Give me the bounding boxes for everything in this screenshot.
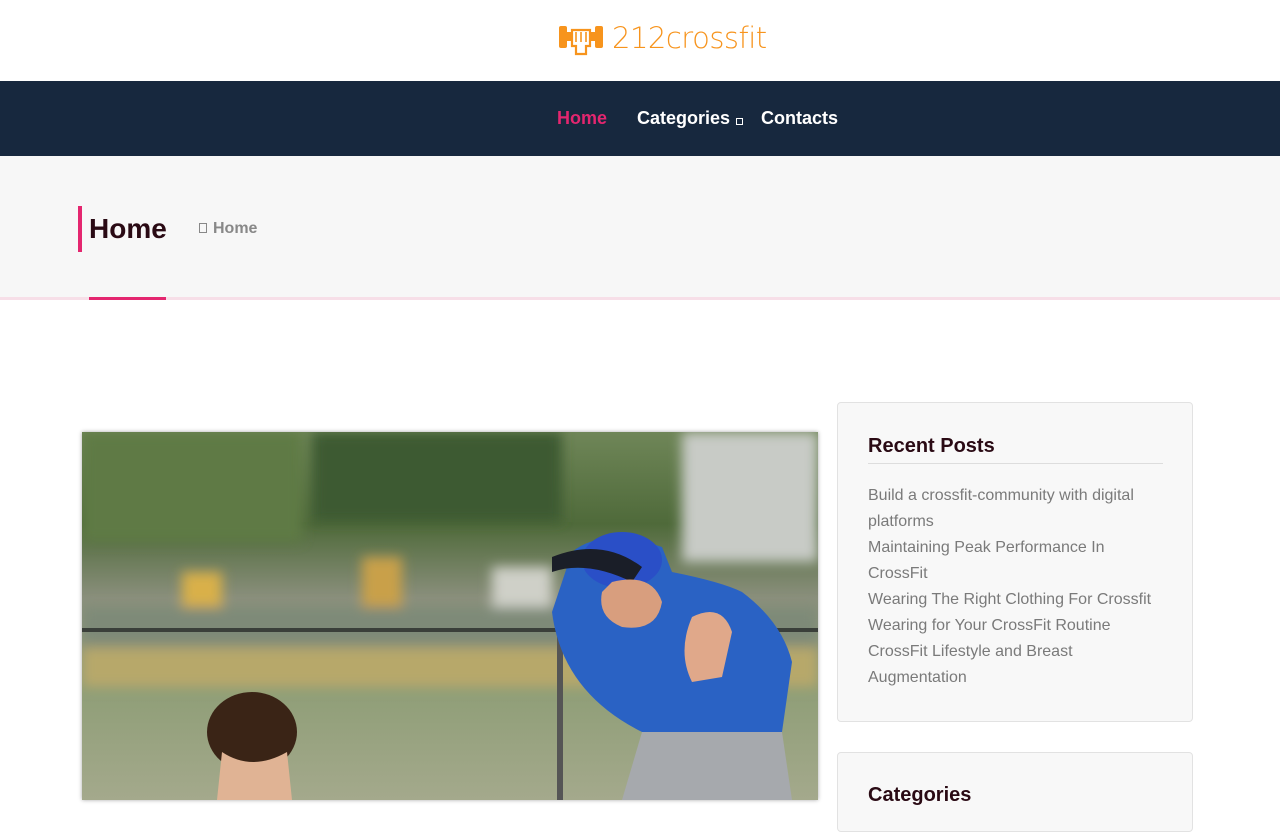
categories-widget: Categories [837,752,1193,832]
main-navigation: Home Categories Contacts [0,81,1280,156]
recent-post-link[interactable]: Wearing The Right Clothing For Crossfit [868,587,1168,613]
chevron-down-icon [736,118,744,125]
widget-title: Recent Posts [868,435,995,457]
recent-post-link[interactable]: Maintaining Peak Performance In CrossFit [868,535,1168,587]
home-icon [199,223,207,233]
nav-item-home[interactable]: Home [557,107,607,129]
recent-post-link[interactable]: Wearing for Your CrossFit Routine [868,613,1168,639]
nav-item-label: Home [557,108,608,128]
nav-item-label: Contacts [761,108,839,128]
dumbbell-hand-icon [559,26,603,56]
featured-post-image[interactable] [82,432,818,800]
breadcrumb-home-link[interactable]: Home [213,220,257,237]
breadcrumb: Home [199,219,257,239]
recent-posts-widget: Recent Posts Build a crossfit-community … [837,402,1193,722]
page-title-section: Home Home [0,156,1280,300]
nav-item-categories[interactable]: Categories [637,107,744,129]
recent-post-link[interactable]: Build a crossfit-community with digital … [868,483,1168,535]
title-underline [89,297,166,300]
page-title: Home [89,213,167,244]
site-header: 212crossfit [0,0,1280,81]
widget-title: Categories [868,784,972,806]
nav-item-contacts[interactable]: Contacts [761,107,838,129]
recent-post-link[interactable]: CrossFit Lifestyle and Breast Augmentati… [868,639,1168,691]
widget-divider [868,463,1163,464]
nav-item-label: Categories [637,108,731,128]
logo-text: 212crossfit [612,21,767,55]
coach-and-boy-baseball-photo [82,432,818,800]
nav-menu: Home Categories Contacts [0,81,1280,156]
site-logo[interactable]: 212crossfit [558,20,767,56]
title-accent-bar [78,206,82,252]
recent-posts-list: Build a crossfit-community with digital … [868,483,1168,691]
